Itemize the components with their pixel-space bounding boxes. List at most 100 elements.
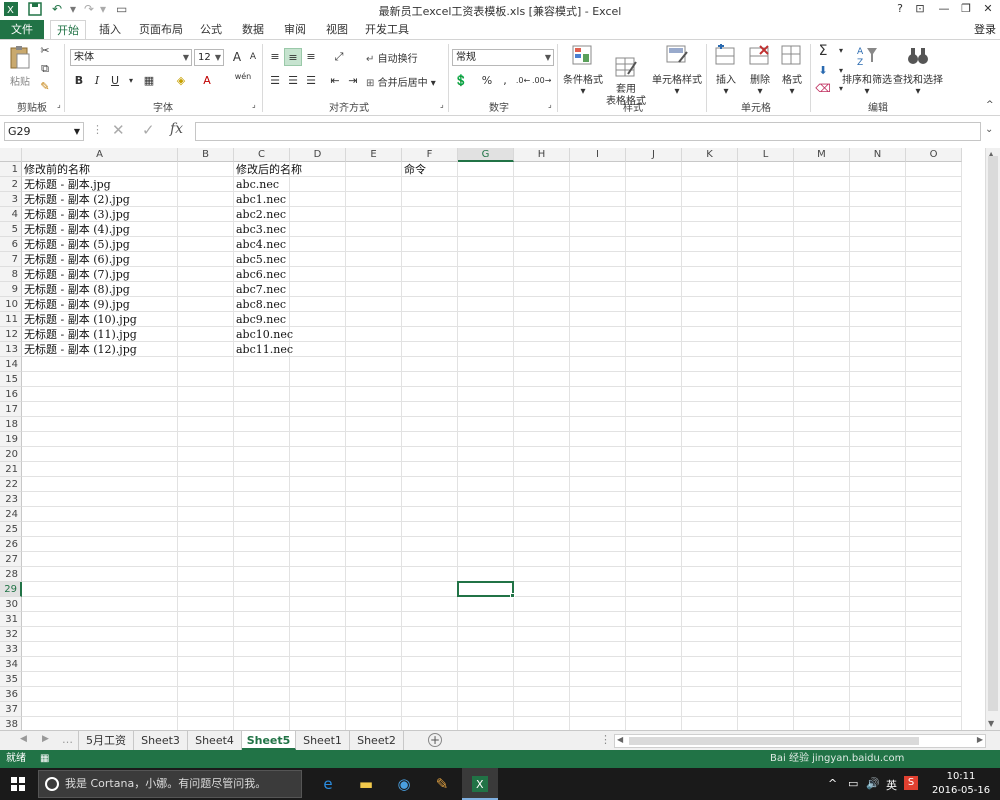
column-header-j[interactable]: J — [626, 148, 682, 162]
conditional-format-button[interactable]: 条件格式 ▾ — [562, 44, 604, 97]
column-header-e[interactable]: E — [346, 148, 402, 162]
sheet-tab-sheet3[interactable]: Sheet3 — [134, 731, 188, 750]
row-header[interactable]: 23 — [0, 492, 22, 507]
cell-a1[interactable]: 修改前的名称 — [22, 162, 90, 177]
orientation-icon[interactable]: ⤢ — [330, 48, 348, 66]
row-header[interactable]: 18 — [0, 417, 22, 432]
tab-page-layout[interactable]: 页面布局 — [136, 20, 186, 39]
increase-indent-icon[interactable]: ⇥ — [344, 72, 362, 90]
scroll-right-icon[interactable]: ▶ — [977, 735, 983, 744]
row-header[interactable]: 13 — [0, 342, 22, 357]
edge-browser-icon[interactable]: e — [310, 768, 346, 800]
cell-a9[interactable]: 无标题 - 副本 (8).jpg — [22, 282, 130, 297]
tab-developer[interactable]: 开发工具 — [362, 20, 412, 39]
row-header[interactable]: 17 — [0, 402, 22, 417]
row-header[interactable]: 21 — [0, 462, 22, 477]
excel-taskbar-icon[interactable]: X — [462, 768, 498, 800]
help-button[interactable]: ? — [892, 2, 908, 18]
font-size-combo[interactable]: 12 ▼ — [194, 49, 224, 66]
row-header[interactable]: 15 — [0, 372, 22, 387]
column-header-a[interactable]: A — [22, 148, 178, 162]
column-header-g[interactable]: G — [458, 148, 514, 162]
row-header[interactable]: 26 — [0, 537, 22, 552]
row-header[interactable]: 20 — [0, 447, 22, 462]
cell-c8[interactable]: abc6.nec — [234, 267, 286, 282]
row-header[interactable]: 19 — [0, 432, 22, 447]
row-header[interactable]: 27 — [0, 552, 22, 567]
align-top-icon[interactable]: ≡ — [266, 48, 284, 66]
more-sheets-icon[interactable]: … — [62, 733, 73, 746]
column-header-i[interactable]: I — [570, 148, 626, 162]
cell-a12[interactable]: 无标题 - 副本 (11).jpg — [22, 327, 137, 342]
cell-c11[interactable]: abc9.nec — [234, 312, 286, 327]
column-header-f[interactable]: F — [402, 148, 458, 162]
align-left-icon[interactable]: ☰ — [266, 72, 284, 90]
cell-a11[interactable]: 无标题 - 副本 (10).jpg — [22, 312, 137, 327]
decrease-decimal-icon[interactable]: .00→ — [532, 72, 551, 90]
cell-a10[interactable]: 无标题 - 副本 (9).jpg — [22, 297, 130, 312]
tab-home[interactable]: 开始 — [50, 20, 86, 39]
tab-split-handle[interactable]: ⋮ — [600, 733, 611, 746]
cortana-search-box[interactable]: 我是 Cortana，小娜。有问题尽管问我。 — [38, 770, 302, 798]
tab-review[interactable]: 审阅 — [278, 20, 312, 39]
column-header-d[interactable]: D — [290, 148, 346, 162]
autosum-button[interactable]: Σ — [814, 42, 832, 60]
cell-c13[interactable]: abc11.nec — [234, 342, 293, 357]
expand-formula-bar-icon[interactable]: ⌄ — [985, 124, 993, 135]
cut-icon[interactable]: ✂ — [36, 42, 54, 60]
column-header-h[interactable]: H — [514, 148, 570, 162]
merge-center-button[interactable]: ⊞ 合并后居中 ▾ — [366, 74, 448, 89]
font-launcher-icon[interactable]: ⌟ — [252, 100, 256, 109]
tab-insert[interactable]: 插入 — [92, 20, 128, 39]
sort-filter-button[interactable]: AZ 排序和筛选 ▾ — [842, 44, 892, 97]
cell-c2[interactable]: abc.nec — [234, 177, 279, 192]
ime-indicator[interactable]: 英 — [886, 777, 897, 793]
tray-expand-icon[interactable]: ^ — [828, 777, 837, 790]
phonetic-button[interactable]: wén — [234, 68, 252, 86]
tab-formulas[interactable]: 公式 — [194, 20, 228, 39]
prev-sheet-icon[interactable]: ◀ — [20, 734, 27, 744]
row-header[interactable]: 22 — [0, 477, 22, 492]
tab-file[interactable]: 文件 — [0, 20, 44, 39]
row-header[interactable]: 30 — [0, 597, 22, 612]
align-center-icon[interactable]: ☰ — [284, 72, 302, 90]
insert-cells-button[interactable]: 插入 ▾ — [710, 44, 742, 97]
row-header[interactable]: 12 — [0, 327, 22, 342]
sogou-input-icon[interactable]: S — [904, 776, 918, 790]
tab-data[interactable]: 数据 — [236, 20, 270, 39]
close-button[interactable]: ✕ — [980, 2, 996, 18]
column-header-l[interactable]: L — [738, 148, 794, 162]
column-header-b[interactable]: B — [178, 148, 234, 162]
font-color-button[interactable]: A — [198, 72, 216, 90]
column-header-n[interactable]: N — [850, 148, 906, 162]
row-header[interactable]: 34 — [0, 657, 22, 672]
decrease-indent-icon[interactable]: ⇤ — [326, 72, 344, 90]
format-painter-icon[interactable]: ✎ — [36, 78, 54, 96]
horizontal-scrollbar[interactable]: ◀ ▶ — [614, 734, 986, 748]
vertical-scrollbar[interactable]: ▲ ▼ — [985, 148, 1000, 730]
row-header[interactable]: 11 — [0, 312, 22, 327]
column-header-c[interactable]: C — [234, 148, 290, 162]
align-middle-icon[interactable]: ≡ — [284, 48, 302, 66]
row-header[interactable]: 4 — [0, 207, 22, 222]
delete-cells-button[interactable]: 删除 ▾ — [744, 44, 776, 97]
fill-color-icon[interactable]: ◈ — [172, 72, 190, 90]
cancel-entry-button[interactable]: ✕ — [112, 121, 125, 139]
row-header[interactable]: 31 — [0, 612, 22, 627]
cell-c5[interactable]: abc3.nec — [234, 222, 286, 237]
row-header[interactable]: 10 — [0, 297, 22, 312]
row-header[interactable]: 35 — [0, 672, 22, 687]
minimize-button[interactable]: — — [936, 2, 952, 18]
row-header[interactable]: 5 — [0, 222, 22, 237]
volume-icon[interactable]: 🔊 — [866, 777, 880, 790]
cell-a7[interactable]: 无标题 - 副本 (6).jpg — [22, 252, 130, 267]
row-header[interactable]: 36 — [0, 687, 22, 702]
font-name-combo[interactable]: 宋体 ▼ — [70, 49, 192, 66]
next-sheet-icon[interactable]: ▶ — [42, 734, 49, 744]
row-header[interactable]: 3 — [0, 192, 22, 207]
row-header[interactable]: 28 — [0, 567, 22, 582]
align-bottom-icon[interactable]: ≡ — [302, 48, 320, 66]
select-all-corner[interactable] — [0, 148, 22, 162]
row-header[interactable]: 9 — [0, 282, 22, 297]
shrink-font-button[interactable]: A — [244, 48, 262, 66]
